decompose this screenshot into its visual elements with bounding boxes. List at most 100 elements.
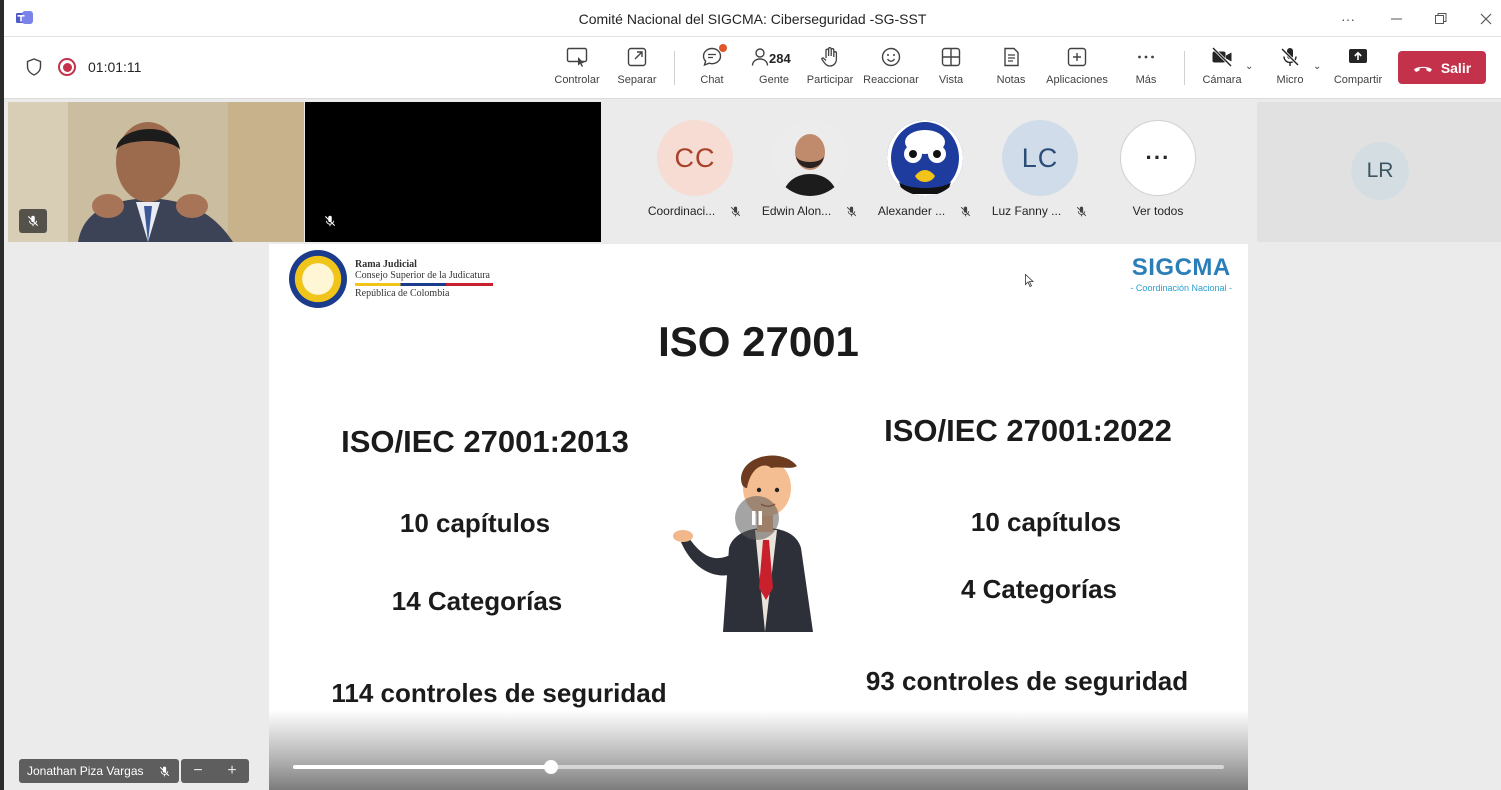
camera-off-icon xyxy=(1211,46,1233,68)
right-chapters: 10 capítulos xyxy=(970,507,1122,537)
participant-card[interactable]: Alexander ... xyxy=(870,120,980,218)
window-more-icon[interactable]: ··· xyxy=(1330,6,1366,32)
presenter-mic-off-icon xyxy=(19,209,47,233)
colombia-seal-icon xyxy=(289,250,347,308)
left-chapters: 10 capítulos xyxy=(399,508,551,538)
participant-mic-off-icon xyxy=(316,209,344,233)
control-button[interactable]: Controlar xyxy=(552,45,602,93)
react-button[interactable]: Reaccionar xyxy=(862,45,920,93)
mic-label: Micro xyxy=(1276,74,1304,86)
participant-name: Coordinaci... xyxy=(647,204,716,218)
presenter-name: Jonathan Piza Vargas xyxy=(27,764,144,778)
close-button[interactable] xyxy=(1468,6,1501,32)
seek-thumb[interactable] xyxy=(543,760,558,774)
camera-button[interactable]: Cámara xyxy=(1200,45,1244,93)
raise-hand-label: Participar xyxy=(806,74,854,86)
avatar-initials: LR xyxy=(1366,159,1394,182)
right-controls: 93 controles de seguridad xyxy=(865,666,1189,696)
mic-off-icon xyxy=(1280,47,1300,67)
people-count: 284 xyxy=(769,51,791,66)
control-label: Controlar xyxy=(554,74,600,86)
toolbar-divider xyxy=(674,51,675,85)
sigcma-logo-title: SIGCMA xyxy=(1131,254,1231,281)
hang-up-icon xyxy=(1413,66,1432,72)
control-icon xyxy=(566,47,588,67)
react-label: Reaccionar xyxy=(863,74,919,86)
rama-judicial-logo: Rama Judicial Consejo Superior de la Jud… xyxy=(289,250,493,308)
avatar-photo xyxy=(772,120,848,196)
window-title: Comité Nacional del SIGCMA: Cibersegurid… xyxy=(578,11,927,27)
mic-options-chevron-icon[interactable]: ⌄ xyxy=(1313,61,1321,72)
notes-button[interactable]: Notas xyxy=(994,45,1028,93)
meeting-timer: 01:01:11 xyxy=(88,59,142,75)
view-label: Vista xyxy=(938,74,964,86)
zoom-out-button[interactable]: − xyxy=(193,762,202,780)
chat-unread-dot xyxy=(719,44,727,52)
avatar: LR xyxy=(1351,142,1409,200)
share-button[interactable]: Compartir xyxy=(1330,45,1386,93)
participant-name: Luz Fanny ... xyxy=(991,204,1062,218)
pop-out-button[interactable]: Separar xyxy=(613,45,661,93)
avatar-initials: LC xyxy=(1021,142,1059,173)
reaction-icon xyxy=(881,47,901,67)
view-all-button[interactable]: ··· Ver todos xyxy=(1103,120,1213,218)
businessman-illustration xyxy=(673,455,813,632)
presenter-video-frame xyxy=(8,102,304,242)
meeting-toolbar: 01:01:11 Controlar Separar Chat 284 Gent… xyxy=(4,37,1501,99)
pause-icon xyxy=(752,511,762,525)
left-categories: 14 Categorías xyxy=(391,586,563,616)
camera-options-chevron-icon[interactable]: ⌄ xyxy=(1245,61,1253,72)
participant-card[interactable]: CC Coordinaci... xyxy=(640,120,750,218)
participant-tile-lr[interactable]: LR xyxy=(1257,102,1501,242)
share-label: Compartir xyxy=(1333,74,1383,86)
shield-icon[interactable] xyxy=(26,58,42,76)
participant-card[interactable]: LC Luz Fanny ... xyxy=(985,120,1095,218)
mic-off-icon xyxy=(1077,206,1087,216)
restore-button[interactable] xyxy=(1423,6,1459,32)
seek-progress xyxy=(293,765,551,769)
more-icon xyxy=(1138,55,1154,59)
apps-button[interactable]: Aplicaciones xyxy=(1044,45,1110,93)
toolbar-divider xyxy=(1184,51,1185,85)
avatar-photo xyxy=(887,120,963,196)
leave-button[interactable]: Salir xyxy=(1398,51,1486,84)
raise-hand-button[interactable]: Participar xyxy=(804,45,856,93)
people-label: Gente xyxy=(759,74,789,86)
profile-photo-icon xyxy=(772,120,848,196)
mic-off-icon xyxy=(847,206,857,216)
presenter-name-chip: Jonathan Piza Vargas xyxy=(19,759,179,783)
recording-icon xyxy=(58,58,76,76)
title-bar: Comité Nacional del SIGCMA: Cibersegurid… xyxy=(4,0,1501,37)
chat-button[interactable]: Chat xyxy=(692,44,732,93)
mic-button[interactable]: Micro xyxy=(1270,45,1310,93)
close-icon xyxy=(1480,13,1492,25)
org-council: Consejo Superior de la Judicatura xyxy=(355,270,490,281)
minimize-icon xyxy=(1390,18,1402,20)
participant-name: Alexander ... xyxy=(877,204,946,218)
shared-content[interactable]: Rama Judicial Consejo Superior de la Jud… xyxy=(269,244,1248,790)
org-country: República de Colombia xyxy=(355,288,450,299)
mic-off-icon xyxy=(731,206,741,216)
seek-bar[interactable] xyxy=(293,760,1224,774)
player-controls-overlay xyxy=(269,710,1248,790)
presenter-video-tile[interactable] xyxy=(8,102,304,242)
participant-roster: CC Coordinaci... Edwin Alon... Alexander… xyxy=(605,102,1257,242)
view-all-label: Ver todos xyxy=(1132,204,1184,218)
mouse-cursor-icon xyxy=(1025,274,1034,287)
more-button[interactable]: Más xyxy=(1128,45,1164,93)
view-button[interactable]: Vista xyxy=(934,45,968,93)
mic-off-icon xyxy=(159,766,169,776)
people-button[interactable]: 284 Gente xyxy=(748,45,800,93)
participant-video-tile[interactable] xyxy=(305,102,601,242)
participant-card[interactable]: Edwin Alon... xyxy=(755,120,865,218)
avatar: LC xyxy=(1002,120,1078,196)
right-heading: ISO/IEC 27001:2022 xyxy=(884,413,1172,448)
notes-label: Notas xyxy=(996,74,1026,86)
pause-button[interactable] xyxy=(735,496,779,540)
avatar: CC xyxy=(657,120,733,196)
minimize-button[interactable] xyxy=(1378,6,1414,32)
mask-avatar-icon xyxy=(887,120,963,196)
zoom-in-button[interactable]: + xyxy=(227,762,236,780)
participant-name: Edwin Alon... xyxy=(761,204,832,218)
left-heading: ISO/IEC 27001:2013 xyxy=(341,424,629,459)
